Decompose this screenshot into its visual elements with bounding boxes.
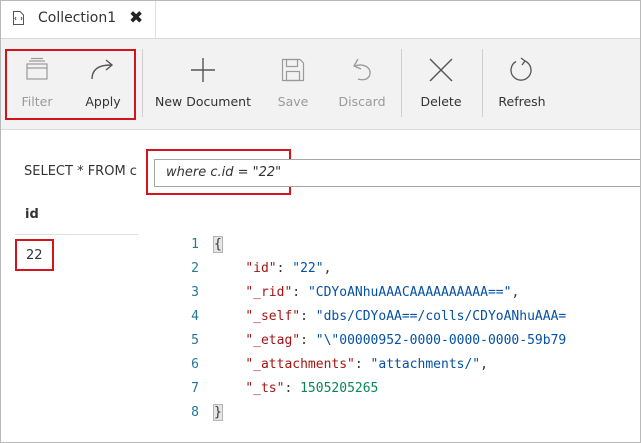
new-document-button[interactable]: New Document: [151, 39, 255, 129]
code-line-5: "_etag": "\"00000952-0000-0000-0000-59b7…: [245, 333, 567, 348]
json-value: "attachments/": [370, 357, 481, 372]
column-divider: [15, 234, 139, 235]
undo-icon: [353, 58, 371, 81]
json-comma: ,: [480, 357, 488, 372]
line-number: 8: [191, 405, 199, 420]
tab-collection1[interactable]: Collection1 ✖: [1, 1, 156, 38]
line-number: 5: [191, 333, 199, 348]
json-comma: ,: [323, 261, 332, 276]
save-button[interactable]: Save: [267, 39, 319, 129]
close-tab-icon[interactable]: ✖: [129, 8, 143, 28]
json-key: "id": [245, 261, 277, 276]
json-key: "_attachments": [245, 357, 355, 372]
json-value: 1505205265: [300, 381, 379, 396]
json-comma: ,: [511, 285, 520, 300]
save-label: Save: [277, 94, 309, 109]
delete-label: Delete: [420, 94, 462, 109]
toolbar-divider: [401, 49, 402, 117]
json-value: "CDYoANhuAAACAAAAAAAAAA==": [307, 285, 512, 300]
json-value: "dbs/CDYoAA==/colls/CDYoANhuAAA=: [315, 309, 567, 324]
code-line-7: "_ts": 1505205265: [245, 381, 379, 396]
code-line-4: "_self": "dbs/CDYoAA==/colls/CDYoANhuAAA…: [245, 309, 567, 324]
toolbar-divider: [142, 49, 143, 117]
json-key: "_ts": [245, 381, 285, 396]
query-prefix: SELECT * FROM c: [24, 164, 137, 179]
delete-button[interactable]: Delete: [413, 39, 469, 129]
plus-icon: [191, 58, 215, 82]
query-filter-text: where c.id = "22": [166, 165, 282, 180]
query-filter-input[interactable]: where c.id = "22": [154, 159, 640, 187]
line-number: 6: [191, 357, 199, 372]
id-column-header: id: [25, 207, 39, 222]
tab-title: Collection1: [38, 10, 117, 26]
code-line-3: "_rid": "CDYoANhuAAACAAAAAAAAAA==",: [245, 285, 520, 300]
new-document-label: New Document: [155, 94, 251, 109]
document-json-editor[interactable]: 1 2 3 4 5 6 7 8 { "id": "22", "_rid": "C…: [141, 234, 640, 442]
discard-label: Discard: [338, 94, 386, 109]
line-number: 1: [191, 237, 199, 252]
highlight-box-filter-apply: [5, 49, 136, 120]
code-line-6: "_attachments": "attachments/",: [245, 357, 488, 372]
result-row-id[interactable]: 22: [26, 248, 43, 263]
code-line-2: "id": "22",: [245, 261, 332, 276]
tab-bar: Collection1 ✖: [1, 1, 640, 39]
code-line-8: }: [213, 404, 223, 421]
line-number: 4: [191, 309, 199, 324]
open-brace: {: [213, 236, 223, 253]
line-number: 2: [191, 261, 199, 276]
json-key: "_rid": [245, 285, 293, 300]
toolbar-divider: [482, 49, 483, 117]
code-line-1: {: [213, 236, 223, 253]
refresh-label: Refresh: [498, 94, 546, 109]
data-explorer-window: Collection1 ✖ Filter Apply New Document …: [0, 0, 641, 443]
delete-x-icon: [429, 58, 453, 82]
save-icon: [281, 58, 305, 82]
document-icon: [13, 11, 24, 25]
json-key: "_self": [245, 309, 301, 324]
refresh-icon: [510, 57, 532, 81]
line-number: 3: [191, 285, 199, 300]
json-key: "_etag": [245, 333, 301, 348]
json-value: "\"00000952-0000-0000-0000-59b79: [315, 333, 567, 348]
close-brace: }: [213, 404, 223, 421]
discard-button[interactable]: Discard: [331, 39, 393, 129]
json-value: "22": [292, 261, 324, 276]
refresh-button[interactable]: Refresh: [492, 39, 552, 129]
line-number: 7: [191, 381, 199, 396]
